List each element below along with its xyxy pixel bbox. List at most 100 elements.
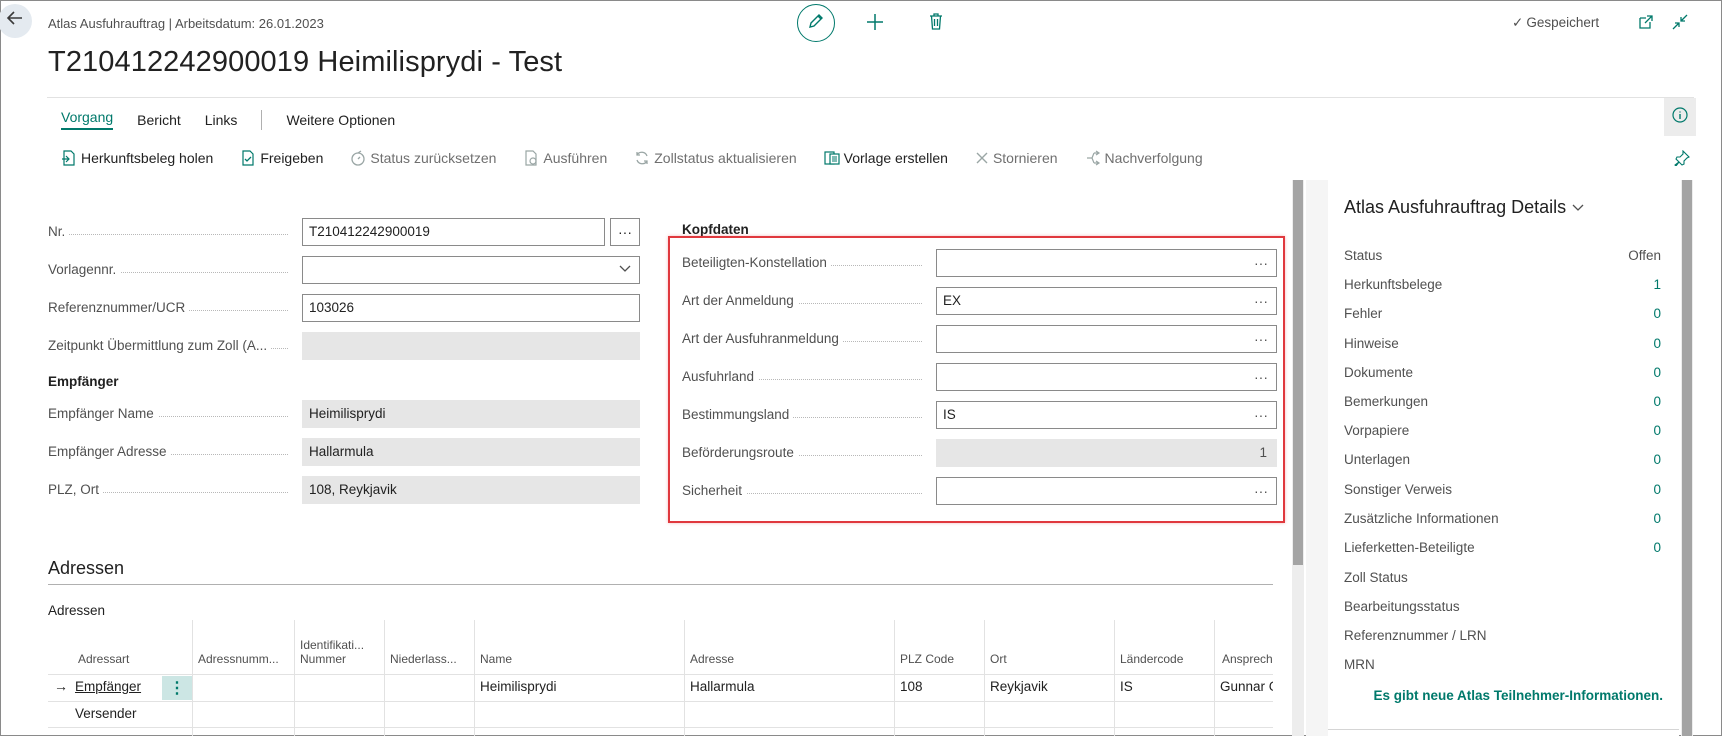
collapse-icon[interactable] [1672,14,1688,35]
edit-button[interactable] [797,4,835,42]
beteiligten-field[interactable]: ··· [936,249,1277,277]
factbox-toggle-button[interactable] [1664,98,1696,136]
factbox-title[interactable]: Atlas Ausfuhrauftrag Details [1344,197,1585,218]
ausfuehren-button[interactable]: Ausführen [523,150,607,166]
tab-bericht[interactable]: Bericht [137,112,181,128]
column-header-identifikation[interactable]: Identifikati... Nummer [300,638,364,666]
fb-label: Lieferketten-Beteiligte [1344,540,1475,555]
befoerderungsroute-field: 1 [936,439,1277,467]
herkunftsbeleg-holen-button[interactable]: Herkunftsbeleg holen [61,150,213,166]
column-header-adressart[interactable]: Adressart [78,652,129,666]
fb-value-link[interactable]: 0 [1653,540,1661,555]
zollstatus-aktualisieren-button[interactable]: Zollstatus aktualisieren [634,150,797,166]
fb-value-link[interactable]: 0 [1653,423,1661,438]
stornieren-button[interactable]: Stornieren [975,150,1058,166]
more-icon[interactable]: ··· [1254,255,1268,271]
fb-label: MRN [1344,657,1375,672]
fb-value-link[interactable]: 0 [1653,306,1661,321]
scrollbar-thumb[interactable] [1682,180,1692,736]
more-icon[interactable]: ··· [1254,369,1268,385]
nachverfolgung-button[interactable]: Nachverfolgung [1085,150,1203,166]
more-icon[interactable]: ··· [1254,331,1268,347]
scrollbar-thumb[interactable] [1293,180,1303,565]
column-header-adressnummer[interactable]: Adressnumm... [198,652,279,666]
empfaenger-adresse-label: Empfänger Adresse [48,444,171,459]
divider [1328,729,1679,730]
cell-adressart[interactable]: Empfänger [75,679,141,694]
befoerderungsroute-row: Beförderungsroute 1 [682,439,1277,467]
more-icon[interactable]: ··· [1254,293,1268,309]
cell-adressart[interactable]: Versender [75,706,137,721]
ausfuhrland-field[interactable]: ··· [936,363,1277,391]
main-scrollbar[interactable] [1292,180,1304,736]
plz-ort-row: PLZ, Ort 108, Reykjavik [48,476,640,504]
beteiligten-row: Beteiligten-Konstellation ··· [682,249,1277,277]
column-header-laendercode[interactable]: Ländercode [1120,652,1183,666]
open-new-window-icon[interactable] [1638,14,1654,35]
more-icon[interactable]: ··· [1254,407,1268,423]
breadcrumb: Atlas Ausfuhrauftrag | Arbeitsdatum: 26.… [48,16,324,31]
column-divider [294,620,295,736]
tab-vorgang[interactable]: Vorgang [61,109,114,130]
fb-value-link[interactable]: 0 [1653,365,1661,380]
column-header-plz[interactable]: PLZ Code [900,652,954,666]
vorlage-erstellen-button[interactable]: Vorlage erstellen [824,150,948,166]
bestimmungsland-field[interactable]: IS ··· [936,401,1277,429]
empfaenger-heading: Empfänger [48,374,119,389]
fb-label: Fehler [1344,306,1383,321]
fb-row-lieferketten-beteiligte: Lieferketten-Beteiligte 0 [1344,538,1661,558]
art-ausfuhranmeldung-row: Art der Ausfuhranmeldung ··· [682,325,1277,353]
empfaenger-name-field: Heimilisprydi [302,400,640,428]
tab-weitere-optionen[interactable]: Weitere Optionen [286,112,395,128]
column-header-name[interactable]: Name [480,652,512,666]
tab-strip: Vorgang Bericht Links Weitere Optionen [61,109,419,130]
freigeben-button[interactable]: Freigeben [240,150,323,166]
fb-label: Dokumente [1344,365,1414,380]
teilnehmer-info-link[interactable]: Es gibt neue Atlas Teilnehmer-Informatio… [1373,688,1663,703]
new-button[interactable] [866,8,884,36]
column-header-adresse[interactable]: Adresse [690,652,734,666]
factbox-scrollbar[interactable] [1681,180,1693,736]
fb-value-link[interactable]: 0 [1653,452,1661,467]
art-ausfuhranmeldung-field[interactable]: ··· [936,325,1277,353]
column-header-niederlassung[interactable]: Niederlass... [390,652,457,666]
row-menu-button[interactable]: ⋮ [162,676,192,700]
delete-button[interactable] [929,12,943,35]
fb-value-link[interactable]: 0 [1653,336,1661,351]
trash-icon [929,13,943,34]
art-anmeldung-field[interactable]: EX ··· [936,287,1277,315]
befoerderungsroute-label: Beförderungsroute [682,445,798,460]
art-anmeldung-row: Art der Anmeldung EX ··· [682,287,1277,315]
row-divider [48,727,1273,728]
column-divider [192,620,193,736]
saved-status: ✓ Gespeichert [1512,15,1599,31]
nr-assist-button[interactable]: ··· [610,218,640,246]
pin-icon[interactable] [1674,149,1690,171]
fb-value-link[interactable]: 1 [1653,277,1661,292]
fb-label: Herkunftsbelege [1344,277,1443,292]
status-zuruecksetzen-button[interactable]: Status zurücksetzen [350,150,496,166]
adressen-section-title[interactable]: Adressen [48,558,124,579]
column-header-ort[interactable]: Ort [990,652,1007,666]
fb-value-link[interactable]: 0 [1653,482,1661,497]
column-divider [894,620,895,736]
fb-value: Offen [1628,248,1661,263]
sicherheit-field[interactable]: ··· [936,477,1277,505]
ausfuhrland-row: Ausfuhrland ··· [682,363,1277,391]
fb-row-hinweise: Hinweise 0 [1344,334,1661,354]
document-import-icon [61,150,77,166]
fb-value-link[interactable]: 0 [1653,394,1661,409]
more-icon[interactable]: ··· [1254,483,1268,499]
stornieren-label: Stornieren [992,150,1058,166]
fb-row-referenznummer-lrn: Referenznummer / LRN [1344,626,1661,646]
fb-value-link[interactable]: 0 [1653,511,1661,526]
fb-row-bemerkungen: Bemerkungen 0 [1344,392,1661,412]
empfaenger-adresse-field: Hallarmula [302,438,640,466]
fb-row-herkunftsbelege: Herkunftsbelege 1 [1344,275,1661,295]
adressen-subpage-title: Adressen [48,603,106,618]
vorlagennr-select[interactable] [302,256,640,284]
tab-links[interactable]: Links [205,112,238,128]
nr-field[interactable]: T210412242900019 [302,218,605,246]
referenznummer-field[interactable]: 103026 [302,294,640,322]
column-header-ansprech[interactable]: Ansprech [1222,652,1273,666]
